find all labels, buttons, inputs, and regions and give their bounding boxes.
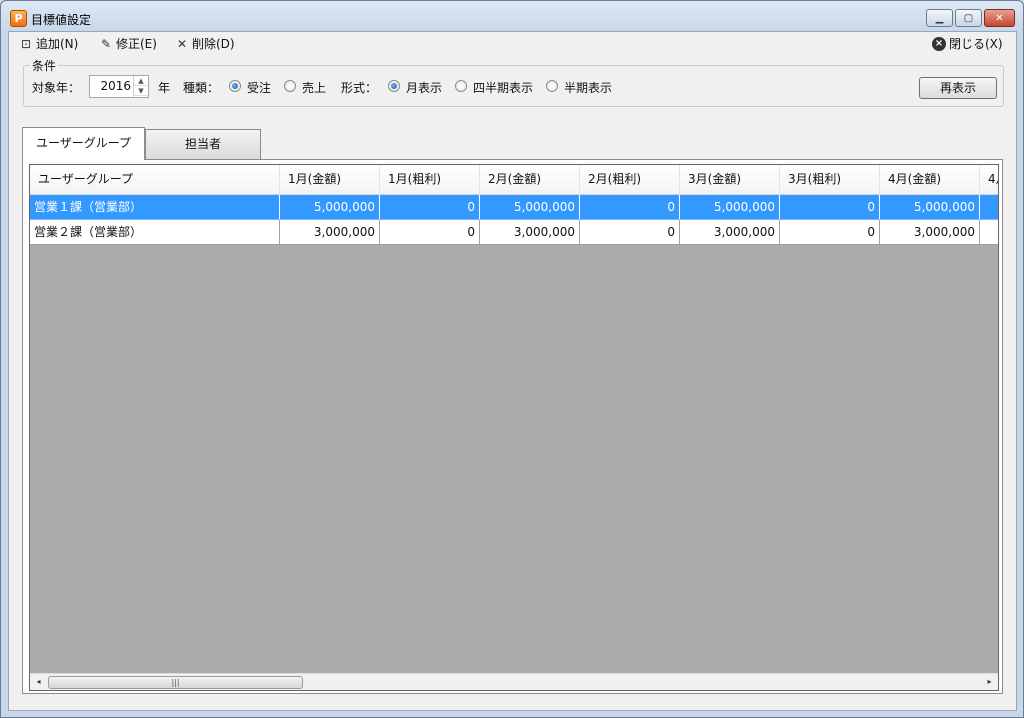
- year-spinner[interactable]: 2016 ▲ ▼: [89, 75, 149, 98]
- window-controls: ▁ ▢ ✕: [926, 9, 1015, 27]
- grip-icon: |||: [171, 678, 180, 687]
- toolbar: ⊡ 追加(N) ✎ 修正(E) ✕ 削除(D) × 閉じる(X): [9, 32, 1016, 56]
- column-header-jan-profit[interactable]: 1月(粗利): [380, 165, 480, 194]
- tab-user-group[interactable]: ユーザーグループ: [22, 127, 145, 160]
- column-header-jan-amount[interactable]: 1月(金額): [280, 165, 380, 194]
- row-feb-amount[interactable]: 3,000,000: [480, 220, 580, 245]
- refresh-button[interactable]: 再表示: [919, 77, 997, 99]
- row-mar-profit[interactable]: 0: [780, 220, 880, 245]
- close-icon: ×: [932, 36, 946, 51]
- maximize-button[interactable]: ▢: [955, 9, 982, 27]
- tab-panel: ユーザーグループ 1月(金額) 1月(粗利) 2月(金額) 2月(粗利) 3月(…: [22, 159, 1003, 694]
- row-jan-profit[interactable]: 0: [380, 195, 480, 220]
- row-jan-profit[interactable]: 0: [380, 220, 480, 245]
- row-feb-profit[interactable]: 0: [580, 220, 680, 245]
- add-icon: ⊡: [20, 36, 32, 51]
- tab-person-in-charge[interactable]: 担当者: [145, 129, 261, 159]
- row-mar-profit[interactable]: 0: [780, 195, 880, 220]
- scroll-right-icon[interactable]: ▸: [981, 674, 998, 690]
- data-grid[interactable]: ユーザーグループ 1月(金額) 1月(粗利) 2月(金額) 2月(粗利) 3月(…: [29, 164, 999, 691]
- window-close-icon: ✕: [995, 12, 1004, 24]
- conditions-group: 条件 対象年： 2016 ▲ ▼ 年 種類： 受注 売上 形式： 月表示 四半期…: [23, 57, 1004, 107]
- add-button-label: 追加(N): [36, 37, 79, 51]
- delete-icon: ✕: [176, 36, 188, 51]
- grid-header: ユーザーグループ 1月(金額) 1月(粗利) 2月(金額) 2月(粗利) 3月(…: [30, 165, 998, 195]
- format-radio-halfyear[interactable]: [546, 80, 558, 92]
- title-bar[interactable]: P 目標値設定 ▁ ▢ ✕: [1, 1, 1023, 31]
- column-header-mar-amount[interactable]: 3月(金額): [680, 165, 780, 194]
- row-apr-amount[interactable]: 5,000,000: [880, 195, 980, 220]
- delete-button-label: 削除(D): [192, 37, 235, 51]
- type-radio-sales[interactable]: [284, 80, 296, 92]
- app-window: P 目標値設定 ▁ ▢ ✕ ⊡ 追加(N) ✎ 修正(E) ✕ 削除(D) × …: [0, 0, 1024, 718]
- maximize-icon: ▢: [963, 12, 974, 24]
- table-row[interactable]: 営業２課（営業部） 3,000,000 0 3,000,000 0 3,000,…: [30, 220, 998, 245]
- scroll-thumb[interactable]: |||: [48, 676, 303, 689]
- column-header-user-group[interactable]: ユーザーグループ: [30, 165, 280, 194]
- spin-up-icon[interactable]: ▲: [134, 76, 148, 86]
- edit-button[interactable]: ✎ 修正(E): [99, 35, 157, 52]
- row-feb-amount[interactable]: 5,000,000: [480, 195, 580, 220]
- type-label: 種類：: [183, 81, 220, 95]
- format-label: 形式：: [341, 81, 378, 95]
- row-user-group[interactable]: 営業１課（営業部）: [30, 195, 280, 220]
- type-radio-order[interactable]: [229, 80, 241, 92]
- delete-button[interactable]: ✕ 削除(D): [175, 35, 235, 52]
- format-radio-monthly[interactable]: [388, 80, 400, 92]
- horizontal-scrollbar[interactable]: ◂ ||| ▸: [30, 673, 998, 690]
- row-feb-profit[interactable]: 0: [580, 195, 680, 220]
- year-spinner-arrows: ▲ ▼: [133, 76, 148, 97]
- minimize-button[interactable]: ▁: [926, 9, 953, 27]
- pencil-icon: ✎: [100, 36, 112, 51]
- scroll-left-icon[interactable]: ◂: [30, 674, 47, 690]
- row-user-group[interactable]: 営業２課（営業部）: [30, 220, 280, 245]
- row-apr-amount[interactable]: 3,000,000: [880, 220, 980, 245]
- column-header-feb-amount[interactable]: 2月(金額): [480, 165, 580, 194]
- row-jan-amount[interactable]: 5,000,000: [280, 195, 380, 220]
- spin-down-icon[interactable]: ▼: [134, 86, 148, 96]
- format-option-monthly[interactable]: 月表示: [406, 79, 442, 96]
- conditions-row: 対象年： 2016 ▲ ▼ 年 種類： 受注 売上 形式： 月表示 四半期表示 …: [24, 66, 1003, 106]
- row-jan-amount[interactable]: 3,000,000: [280, 220, 380, 245]
- row-apr-partial[interactable]: [980, 195, 998, 220]
- minimize-icon: ▁: [935, 12, 944, 24]
- format-radio-quarterly[interactable]: [455, 80, 467, 92]
- row-mar-amount[interactable]: 5,000,000: [680, 195, 780, 220]
- row-apr-partial[interactable]: [980, 220, 998, 245]
- app-icon: P: [10, 10, 27, 27]
- type-option-order[interactable]: 受注: [247, 79, 271, 96]
- row-mar-amount[interactable]: 3,000,000: [680, 220, 780, 245]
- add-button[interactable]: ⊡ 追加(N): [19, 35, 78, 52]
- type-option-sales[interactable]: 売上: [302, 79, 326, 96]
- edit-button-label: 修正(E): [116, 37, 157, 51]
- column-header-apr-partial[interactable]: 4月: [980, 165, 998, 194]
- format-option-halfyear[interactable]: 半期表示: [564, 79, 612, 96]
- year-label: 対象年：: [32, 81, 81, 95]
- column-header-apr-amount[interactable]: 4月(金額): [880, 165, 980, 194]
- close-button[interactable]: × 閉じる(X): [932, 35, 1003, 52]
- client-area: ⊡ 追加(N) ✎ 修正(E) ✕ 削除(D) × 閉じる(X) 条件 対象年：…: [8, 31, 1017, 711]
- column-header-feb-profit[interactable]: 2月(粗利): [580, 165, 680, 194]
- table-row[interactable]: 営業１課（営業部） 5,000,000 0 5,000,000 0 5,000,…: [30, 195, 998, 220]
- column-header-mar-profit[interactable]: 3月(粗利): [780, 165, 880, 194]
- year-value[interactable]: 2016: [100, 79, 131, 93]
- window-close-button[interactable]: ✕: [984, 9, 1015, 27]
- year-unit: 年: [158, 81, 171, 95]
- window-title: 目標値設定: [31, 13, 92, 27]
- close-button-label: 閉じる(X): [949, 37, 1003, 51]
- format-option-quarterly[interactable]: 四半期表示: [473, 79, 533, 96]
